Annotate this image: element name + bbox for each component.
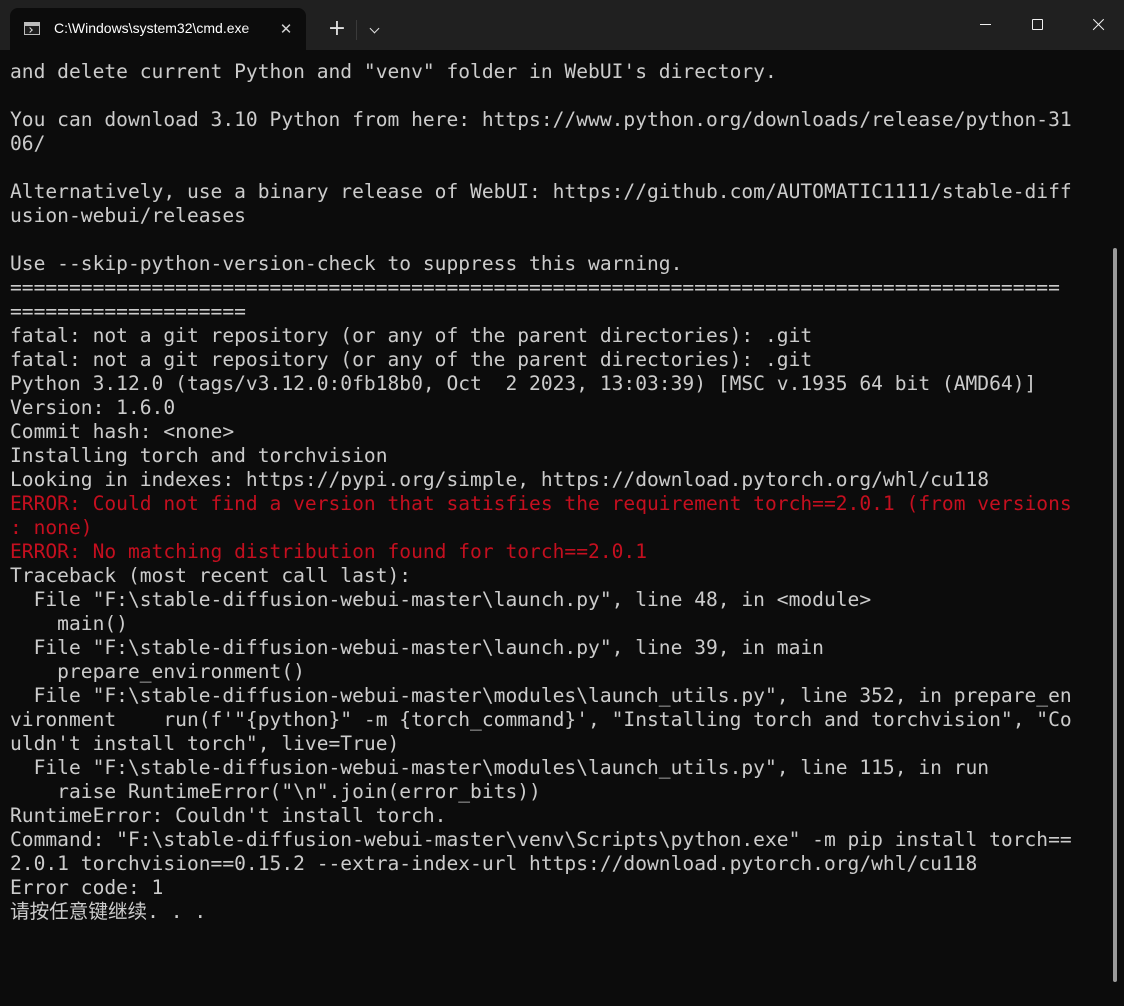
scrollbar-thumb[interactable] — [1113, 248, 1117, 982]
terminal-line: ========================================… — [10, 276, 1060, 299]
terminal-line: usion-webui/releases — [10, 204, 246, 227]
terminal-line: Alternatively, use a binary release of W… — [10, 180, 1072, 203]
terminal-line: Commit hash: <none> — [10, 420, 235, 443]
cmd-terminal-icon — [24, 22, 40, 35]
close-window-button[interactable] — [1076, 0, 1122, 50]
terminal-line: 06/ — [10, 132, 46, 155]
terminal-line: Version: 1.6.0 — [10, 396, 176, 419]
terminal-output[interactable]: and delete current Python and "venv" fol… — [10, 60, 1100, 940]
terminal-line: vironment run(f'"{python}" -m {torch_com… — [10, 708, 1072, 731]
terminal-line: File "F:\stable-diffusion-webui-master\m… — [10, 756, 990, 779]
terminal-line: File "F:\stable-diffusion-webui-master\l… — [10, 588, 872, 611]
maximize-icon — [1032, 19, 1043, 30]
terminal-line: raise RuntimeError("\n".join(error_bits)… — [10, 780, 541, 803]
terminal-line: Error code: 1 — [10, 876, 164, 899]
terminal-line: prepare_environment() — [10, 660, 305, 683]
terminal-line: 2.0.1 torchvision==0.15.2 --extra-index-… — [10, 852, 978, 875]
terminal-line: Python 3.12.0 (tags/v3.12.0:0fb18b0, Oct… — [10, 372, 1037, 395]
terminal-line: Looking in indexes: https://pypi.org/sim… — [10, 468, 990, 491]
terminal-line: ==================== — [10, 300, 246, 323]
terminal-line: You can download 3.10 Python from here: … — [10, 108, 1072, 131]
terminal-line: and delete current Python and "venv" fol… — [10, 60, 777, 83]
minimize-button[interactable] — [962, 0, 1008, 50]
terminal-line: main() — [10, 612, 128, 635]
divider — [356, 20, 357, 40]
terminal-line: RuntimeError: Couldn't install torch. — [10, 804, 447, 827]
tab-dropdown-button[interactable] — [362, 16, 388, 44]
terminal-line: fatal: not a git repository (or any of t… — [10, 324, 813, 347]
terminal-line: Traceback (most recent call last): — [10, 564, 412, 587]
terminal-line: fatal: not a git repository (or any of t… — [10, 348, 813, 371]
terminal-line: 请按任意键继续. . . — [10, 900, 207, 923]
terminal-error-line: : none) — [10, 516, 93, 539]
tab-title: C:\Windows\system32\cmd.exe — [54, 20, 250, 36]
terminal-window: C:\Windows\system32\cmd.exe ✕ + and dele… — [0, 0, 1124, 1006]
tab-cmd[interactable]: C:\Windows\system32\cmd.exe ✕ — [10, 8, 306, 50]
chevron-down-icon — [369, 23, 380, 34]
terminal-line: Installing torch and torchvision — [10, 444, 388, 467]
close-icon[interactable]: ✕ — [274, 17, 298, 41]
terminal-line: File "F:\stable-diffusion-webui-master\m… — [10, 684, 1072, 707]
terminal-line: uldn't install torch", live=True) — [10, 732, 400, 755]
maximize-button[interactable] — [1014, 0, 1060, 50]
terminal-error-line: ERROR: Could not find a version that sat… — [10, 492, 1072, 515]
terminal-error-line: ERROR: No matching distribution found fo… — [10, 540, 648, 563]
terminal-line: File "F:\stable-diffusion-webui-master\l… — [10, 636, 824, 659]
minimize-icon — [980, 24, 991, 25]
terminal-line: Command: "F:\stable-diffusion-webui-mast… — [10, 828, 1072, 851]
title-bar: C:\Windows\system32\cmd.exe ✕ + — [0, 0, 1124, 50]
new-tab-button[interactable]: + — [322, 14, 352, 44]
terminal-line: Use --skip-python-version-check to suppr… — [10, 252, 683, 275]
